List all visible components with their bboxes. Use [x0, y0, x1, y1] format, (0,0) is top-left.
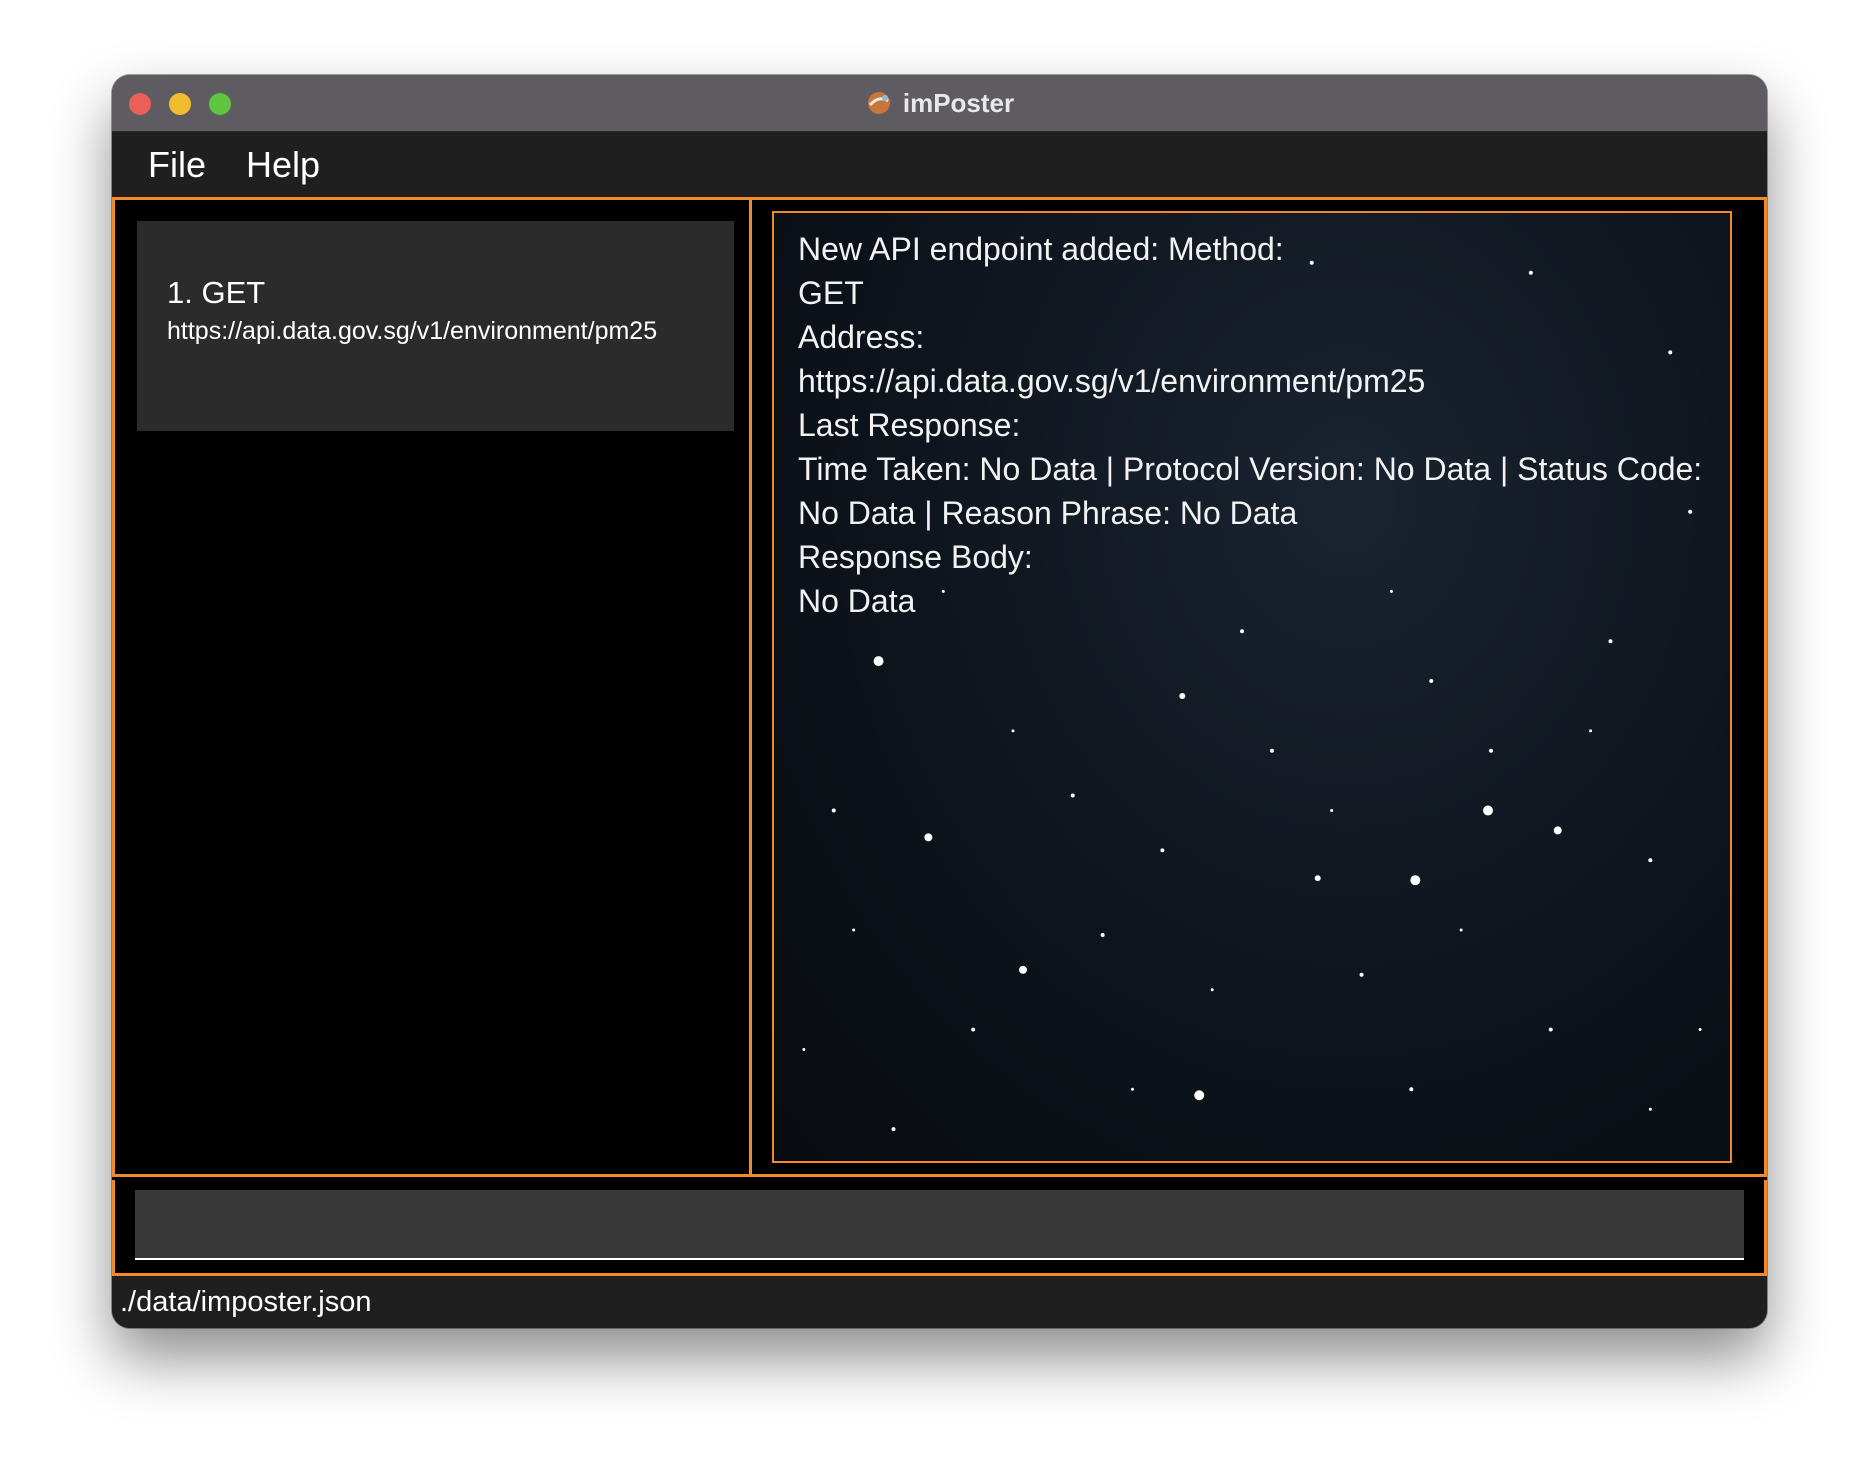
endpoint-list-panel[interactable]: 1. GET https://api.data.gov.sg/v1/enviro… [112, 200, 752, 1177]
result-line: Response Body: [798, 539, 1033, 575]
endpoint-address: https://api.data.gov.sg/v1/environment/p… [167, 317, 658, 345]
endpoint-index-method: 1. GET [167, 275, 266, 310]
result-line: No Data | Reason Phrase: No Data [798, 495, 1298, 531]
result-line: https://api.data.gov.sg/v1/environment/p… [798, 363, 1426, 399]
result-text: New API endpoint added: Method: GET Addr… [798, 227, 1712, 623]
endpoint-list-item[interactable]: 1. GET https://api.data.gov.sg/v1/enviro… [137, 221, 734, 431]
save-file-path: ./data/imposter.json [120, 1285, 372, 1318]
result-line: New API endpoint added: Method: [798, 231, 1284, 267]
result-line: No Data [798, 583, 916, 619]
title-bar[interactable]: imPoster [112, 75, 1767, 132]
command-input[interactable] [135, 1190, 1744, 1260]
result-line: Time Taken: No Data | Protocol Version: … [798, 451, 1703, 487]
window-title-group: imPoster [112, 75, 1767, 131]
menu-bar: File Help [112, 132, 1767, 200]
result-line: GET [798, 275, 864, 311]
result-line: Last Response: [798, 407, 1021, 443]
result-panel: New API endpoint added: Method: GET Addr… [752, 200, 1767, 1177]
app-window: imPoster File Help 1. GET https://api.da… [112, 75, 1767, 1328]
status-bar: ./data/imposter.json [112, 1276, 1767, 1328]
result-line: Address: [798, 319, 925, 355]
app-logo-icon [867, 92, 890, 114]
window-title: imPoster [902, 87, 1015, 118]
result-display[interactable]: New API endpoint added: Method: GET Addr… [772, 211, 1732, 1163]
main-content: 1. GET https://api.data.gov.sg/v1/enviro… [112, 200, 1767, 1180]
menu-help[interactable]: Help [246, 144, 320, 186]
menu-file[interactable]: File [148, 144, 206, 186]
command-box-container [112, 1180, 1767, 1276]
